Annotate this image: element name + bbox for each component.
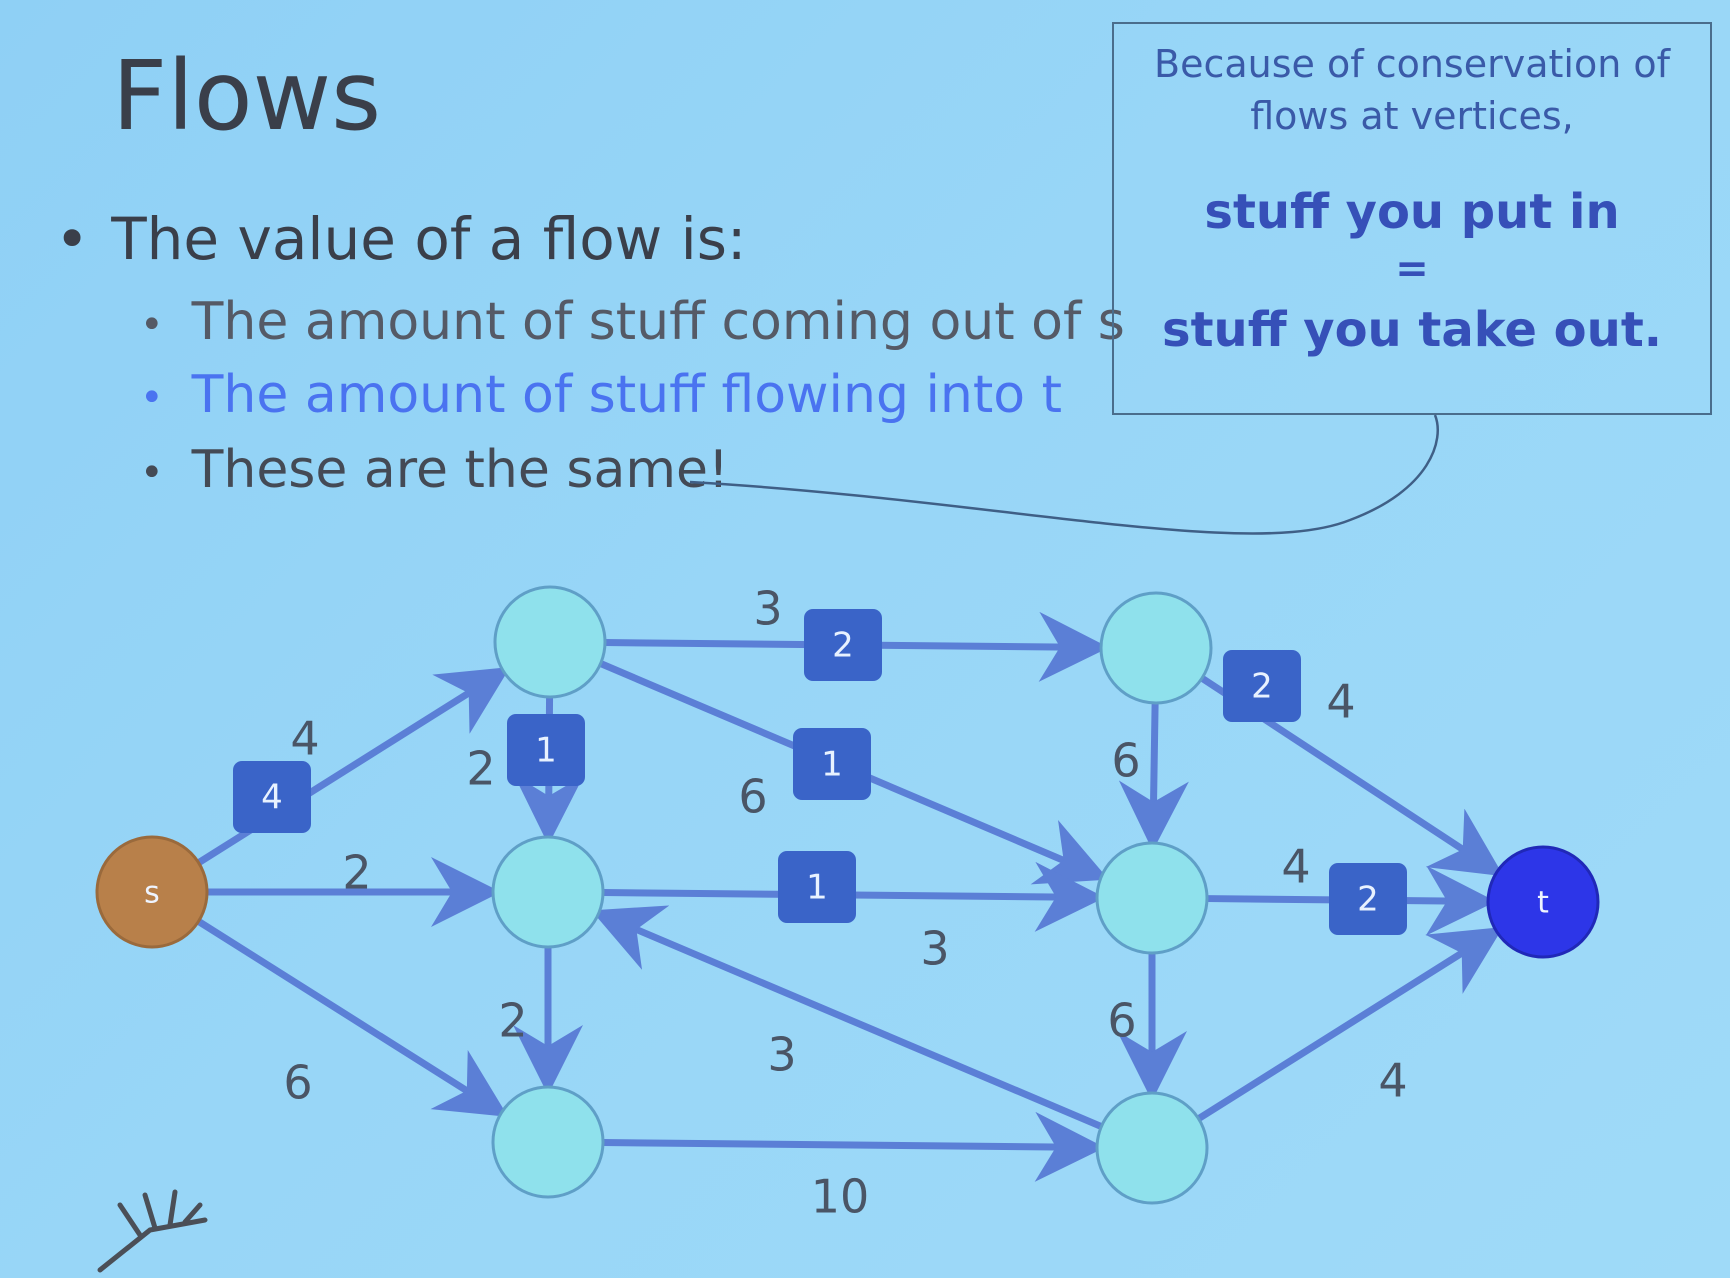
node-label-s: s [144, 876, 160, 911]
edge-capacity-label: 6 [1107, 994, 1136, 1048]
edge-b3-a2 [591, 905, 1103, 1130]
node-b2 [1095, 841, 1209, 955]
annotation-connector [689, 414, 1439, 535]
edge-a3-b3 [602, 1111, 1106, 1182]
node-b1 [1099, 591, 1213, 705]
flow-value-label: 2 [1357, 880, 1379, 920]
edge-b3-t [1196, 927, 1504, 1122]
edge-capacity-label: 6 [738, 770, 767, 824]
flow-value-label: 1 [821, 745, 843, 785]
flow-value-label: 4 [261, 778, 283, 818]
flow-value-label: 1 [535, 731, 557, 771]
pointer-hand-icon [97, 1189, 208, 1273]
edge-capacity-label: 2 [466, 742, 495, 796]
edge-capacity-label: 4 [1378, 1054, 1407, 1108]
edge-capacity-label: 6 [283, 1056, 312, 1110]
node-label-t: t [1537, 886, 1549, 921]
node-a2 [491, 835, 605, 949]
edge-b1-b2 [1118, 702, 1189, 852]
edge-capacity-label: 4 [1281, 840, 1310, 894]
edge-capacity-label: 2 [498, 994, 527, 1048]
edge-capacity-label: 2 [342, 846, 371, 900]
flow-value-label: 1 [806, 868, 828, 908]
flow-network-diagram: st 4426322 1613123106424264 [95, 414, 1600, 1273]
labels-layer: 4426322 1613123106424264 [233, 582, 1408, 1224]
node-b3 [1095, 1091, 1209, 1205]
edge-capacity-label: 10 [811, 1170, 870, 1224]
edge-capacity-label: 6 [1111, 734, 1140, 788]
node-a1 [493, 585, 607, 699]
edge-capacity-label: 4 [1326, 675, 1355, 729]
node-a3 [491, 1085, 605, 1199]
flow-value-label: 2 [1251, 667, 1273, 707]
edge-capacity-label: 4 [290, 712, 319, 766]
edge-capacity-label: 3 [767, 1028, 796, 1082]
edge-capacity-label: 3 [753, 582, 782, 636]
edge-s-a3 [196, 918, 509, 1117]
flow-value-label: 2 [832, 626, 854, 666]
edge-capacity-label: 3 [920, 922, 949, 976]
